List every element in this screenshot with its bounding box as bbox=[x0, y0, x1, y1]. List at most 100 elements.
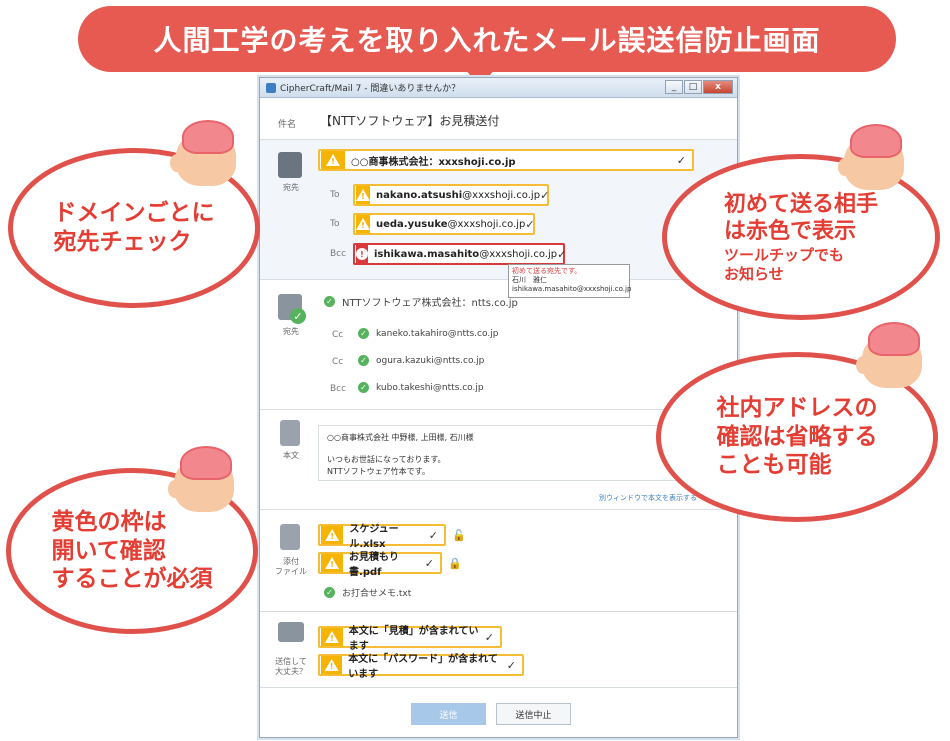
check-icon: ✓ bbox=[676, 153, 686, 167]
window-titlebar: CipherCraft/Mail 7 - 間違いありませんか？ _ □ x bbox=[260, 78, 737, 98]
domain-warning-xxxshoji[interactable]: ! ○○商事株式会社：xxxshoji.co.jp ✓ bbox=[318, 149, 694, 171]
ok-icon: ✓ bbox=[324, 587, 335, 598]
keyword-warning-text: 本文に「パスワード」が含まれています bbox=[348, 654, 498, 680]
minimize-button[interactable]: _ bbox=[665, 80, 683, 94]
recipient-ishikawa[interactable]: ! ishikawa.masahito @xxxshoji.co.jp ✓ bbox=[353, 243, 567, 265]
cancel-send-button[interactable]: 送信中止 bbox=[496, 703, 571, 725]
callout-text: は赤色で表示 bbox=[723, 219, 856, 245]
callout-text: 初めて送る相手 bbox=[723, 191, 878, 217]
callout-text: 確認は省略する bbox=[716, 423, 878, 450]
ok-icon: ✓ bbox=[358, 328, 369, 339]
callout-text: ドメインごとに bbox=[53, 200, 215, 227]
recipient-local: ishikawa.masahito bbox=[374, 248, 480, 260]
attachments-side-label-2: ファイル bbox=[275, 567, 307, 576]
attachment-file-icon bbox=[280, 524, 300, 550]
ok-badge-icon: ✓ bbox=[290, 308, 306, 324]
confirm-section: 送信して 大丈夫？ ! 本文に「見積」が含まれています ✓ ! 本文に「パスワー… bbox=[260, 612, 737, 688]
warning-icon: ! bbox=[321, 554, 344, 572]
check-icon: ✓ bbox=[424, 556, 434, 570]
recipients-side-label: 宛先 bbox=[283, 183, 299, 192]
window-controls: _ □ x bbox=[665, 80, 733, 94]
confirm-side-label-2: 大丈夫？ bbox=[275, 667, 307, 676]
body-side-label: 本文 bbox=[283, 451, 299, 460]
warning-icon: ! bbox=[321, 656, 343, 674]
address-book-icon bbox=[278, 152, 302, 178]
attachment-xlsx[interactable]: ! スケジュール.xlsx ✓ bbox=[318, 524, 446, 550]
lock-icon: 🔒 bbox=[448, 556, 462, 570]
external-recipients-section: 宛先 ! ○○商事株式会社：xxxshoji.co.jp ✓ To ! naka… bbox=[260, 140, 737, 280]
to-label: To bbox=[330, 190, 340, 200]
keyword-warning-estimate[interactable]: ! 本文に「見積」が含まれています ✓ bbox=[318, 626, 502, 652]
callout-text: 開いて確認 bbox=[51, 537, 166, 564]
recipient-address: kaneko.takahiro@ntts.co.jp bbox=[376, 328, 499, 339]
subject-label: 件名 bbox=[278, 120, 297, 130]
tooltip-message: 初めて送る宛先です。 bbox=[512, 267, 582, 275]
callout-text: 宛先チェック bbox=[53, 229, 192, 255]
attachments-section: 添付 ファイル ! スケジュール.xlsx ✓ 🔓 ! お見積もり書.pdf ✓… bbox=[260, 510, 737, 612]
callout-text: ことも可能 bbox=[716, 452, 832, 479]
recipient-domain: @xxxshoji.co.jp bbox=[462, 189, 541, 201]
maximize-button[interactable]: □ bbox=[684, 80, 702, 94]
send-button[interactable]: 送信 bbox=[411, 703, 486, 725]
to-label: To bbox=[330, 219, 340, 229]
keyword-warning-password[interactable]: ! 本文に「パスワード」が含まれています ✓ bbox=[318, 654, 524, 680]
warning-icon: ! bbox=[321, 628, 343, 646]
window-title: CipherCraft/Mail 7 - 間違いありませんか？ bbox=[280, 84, 461, 94]
recipient-local: nakano.atsushi bbox=[376, 189, 463, 201]
check-icon: ✓ bbox=[506, 658, 516, 672]
recipient-address: kubo.takeshi@ntts.co.jp bbox=[376, 382, 484, 393]
internal-recipients-section: ✓ 宛先 ✓ NTTソフトウェア株式会社：ntts.co.jp Cc ✓ kan… bbox=[260, 280, 737, 410]
attachment-name: スケジュール.xlsx bbox=[349, 524, 399, 550]
bcc-label: Bcc bbox=[330, 384, 347, 394]
brain-character-icon bbox=[170, 120, 242, 186]
envelope-icon bbox=[278, 622, 304, 642]
recipient-local: ueda.yusuke bbox=[376, 218, 448, 230]
unlocked-icon: 🔓 bbox=[452, 528, 466, 542]
body-line-3: NTTソフトウェア竹本です。 bbox=[327, 467, 430, 476]
attachment-ok-row: ✓ お打合せメモ.txt bbox=[324, 586, 411, 599]
attachment-ok-name: お打合せメモ.txt bbox=[342, 589, 412, 599]
subject-section: 件名 【NTTソフトウェア】お見積送付 bbox=[260, 98, 737, 140]
callout-subtext: ツールチップでも bbox=[723, 245, 844, 264]
internal-domain-row: ✓ NTTソフトウェア株式会社：ntts.co.jp bbox=[324, 294, 518, 309]
brain-character-icon bbox=[168, 446, 240, 512]
recipient-kubo: ✓ kubo.takeshi@ntts.co.jp bbox=[358, 382, 484, 393]
warning-icon: ! bbox=[356, 186, 370, 204]
recipient-address: ogura.kazuki@ntts.co.jp bbox=[376, 355, 485, 366]
callout-subtext: お知らせ bbox=[723, 264, 784, 283]
check-icon: ✓ bbox=[484, 630, 494, 644]
recipient-nakano[interactable]: ! nakano.atsushi @xxxshoji.co.jp ✓ bbox=[353, 184, 549, 206]
alert-icon: ! bbox=[356, 245, 368, 263]
callout-text: 黄色の枠は bbox=[51, 508, 167, 535]
attachment-row-pdf: ! お見積もり書.pdf ✓ 🔒 bbox=[318, 552, 462, 578]
attachment-name: お見積もり書.pdf bbox=[349, 552, 400, 578]
warning-icon: ! bbox=[321, 526, 344, 544]
internal-domain: NTTソフトウェア株式会社：ntts.co.jp bbox=[342, 298, 518, 309]
recipient-kaneko: ✓ kaneko.takahiro@ntts.co.jp bbox=[358, 328, 498, 339]
recipient-domain: @xxxshoji.co.jp bbox=[479, 248, 558, 260]
open-body-window-link[interactable]: 別ウィンドウで本文を表示する bbox=[599, 493, 697, 503]
brain-character-icon bbox=[856, 322, 928, 388]
attachment-pdf[interactable]: ! お見積もり書.pdf ✓ bbox=[318, 552, 442, 578]
recipient-ueda[interactable]: ! ueda.yusuke @xxxshoji.co.jp ✓ bbox=[353, 213, 535, 235]
recipient-domain: @xxxshoji.co.jp bbox=[447, 218, 526, 230]
check-icon: ✓ bbox=[525, 217, 535, 231]
attachment-row-xlsx: ! スケジュール.xlsx ✓ 🔓 bbox=[318, 524, 466, 550]
ok-icon: ✓ bbox=[324, 296, 335, 307]
recipients-side-label: 宛先 bbox=[283, 327, 299, 336]
stage: 人間工学の考えを取り入れたメール誤送信防止画面 CipherCraft/Mail… bbox=[0, 0, 950, 741]
ok-icon: ✓ bbox=[358, 382, 369, 393]
title-banner: 人間工学の考えを取り入れたメール誤送信防止画面 bbox=[78, 6, 896, 72]
close-button[interactable]: x bbox=[703, 80, 733, 94]
check-icon: ✓ bbox=[557, 247, 567, 261]
subject-value: 【NTTソフトウェア】お見積送付 bbox=[320, 114, 500, 128]
domain-label: ○○商事株式会社：xxxshoji.co.jp bbox=[351, 156, 516, 168]
check-icon: ✓ bbox=[428, 528, 438, 542]
cc-label: Cc bbox=[332, 330, 344, 340]
warning-icon: ! bbox=[356, 215, 370, 233]
bcc-label: Bcc bbox=[330, 249, 347, 259]
document-icon bbox=[280, 420, 300, 446]
check-icon: ✓ bbox=[540, 188, 550, 202]
keyword-warning-text: 本文に「見積」が含まれています bbox=[348, 626, 479, 652]
cc-label: Cc bbox=[332, 357, 344, 367]
